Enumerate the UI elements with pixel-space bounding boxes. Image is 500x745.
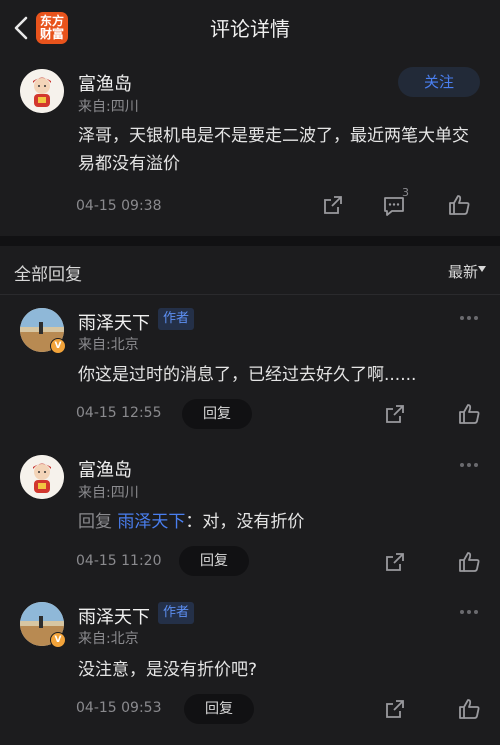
reply-target-link[interactable]: 雨泽天下 <box>117 512 185 532</box>
like-icon[interactable] <box>458 698 482 720</box>
caret-down-icon[interactable] <box>478 266 486 272</box>
post-author-name[interactable]: 富渔岛 <box>78 70 132 96</box>
reply-content: 回复 雨泽天下：对，没有折价 <box>78 508 478 536</box>
reply-button[interactable]: 回复 <box>179 546 249 576</box>
replies-header: 全部回复 最新 <box>0 246 500 295</box>
top-bar: 东方 财富 评论详情 <box>0 0 500 56</box>
replies-title: 全部回复 <box>14 265 82 285</box>
page-title: 评论详情 <box>210 17 290 41</box>
reply-content: 你这是过时的消息了，已经过去好久了啊...... <box>78 365 417 385</box>
reply-location: 来自:北京 <box>78 337 139 353</box>
reply-button[interactable]: 回复 <box>182 399 252 429</box>
reply-author-name[interactable]: 富渔岛 <box>78 456 132 482</box>
post-content: 泽哥，天银机电是不是要走二波了，最近两笔大单交易都没有溢价 <box>78 126 469 174</box>
post-location: 来自:四川 <box>78 99 139 115</box>
comment-count: 3 <box>402 186 409 199</box>
reply-body: ：对，没有折价 <box>185 512 305 532</box>
reply-time: 04-15 09:53 <box>76 700 162 716</box>
more-options-icon[interactable] <box>460 316 482 324</box>
share-icon[interactable] <box>384 403 406 425</box>
author-badge: 作者 <box>158 308 195 330</box>
reply-prefix: 回复 <box>78 512 112 532</box>
like-icon[interactable] <box>458 403 482 425</box>
sort-select[interactable]: 最新 <box>448 261 478 282</box>
verified-icon: V <box>50 632 66 648</box>
post-time: 04-15 09:38 <box>76 198 162 214</box>
like-icon[interactable] <box>458 551 482 573</box>
verified-icon: V <box>50 338 66 354</box>
section-divider <box>0 236 500 246</box>
reply-author-name[interactable]: 雨泽天下 <box>78 603 150 629</box>
share-icon[interactable] <box>384 551 406 573</box>
share-icon[interactable] <box>322 194 344 216</box>
reply-content: 没注意，是没有折价吧? <box>78 660 258 680</box>
follow-button[interactable]: 关注 <box>398 67 480 97</box>
reply-button[interactable]: 回复 <box>184 694 254 724</box>
reply-author-name[interactable]: 雨泽天下 <box>78 309 150 335</box>
reply-time: 04-15 11:20 <box>76 553 162 569</box>
avatar[interactable] <box>20 455 64 499</box>
more-options-icon[interactable] <box>460 610 482 618</box>
like-icon[interactable] <box>448 194 472 216</box>
author-badge: 作者 <box>158 602 195 624</box>
more-options-icon[interactable] <box>460 463 482 471</box>
share-icon[interactable] <box>384 698 406 720</box>
avatar[interactable] <box>20 69 64 113</box>
reply-location: 来自:四川 <box>78 485 139 501</box>
reply-location: 来自:北京 <box>78 631 139 647</box>
reply-time: 04-15 12:55 <box>76 405 162 421</box>
